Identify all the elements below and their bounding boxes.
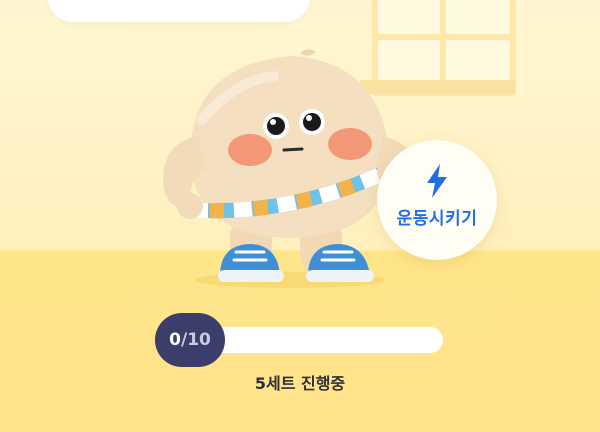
progress-current: 0 [169, 330, 181, 350]
lightning-bolt-icon [427, 164, 447, 198]
window-mullion-vertical [440, 0, 446, 90]
progress-count-badge: 0/10 [155, 313, 225, 367]
left-sneaker [218, 244, 284, 282]
speech-bubble [48, 0, 310, 22]
exercise-button-label: 운동시키기 [396, 209, 478, 229]
set-status-text: 5세트 진행중 [254, 374, 346, 393]
exercise-button[interactable]: 운동시키기 [377, 140, 497, 260]
exercise-scene: 운동시키기 0/10 5세트 진행중 [0, 0, 600, 432]
progress-total: 10 [187, 330, 211, 350]
speech-bubble-tail [195, 0, 237, 10]
